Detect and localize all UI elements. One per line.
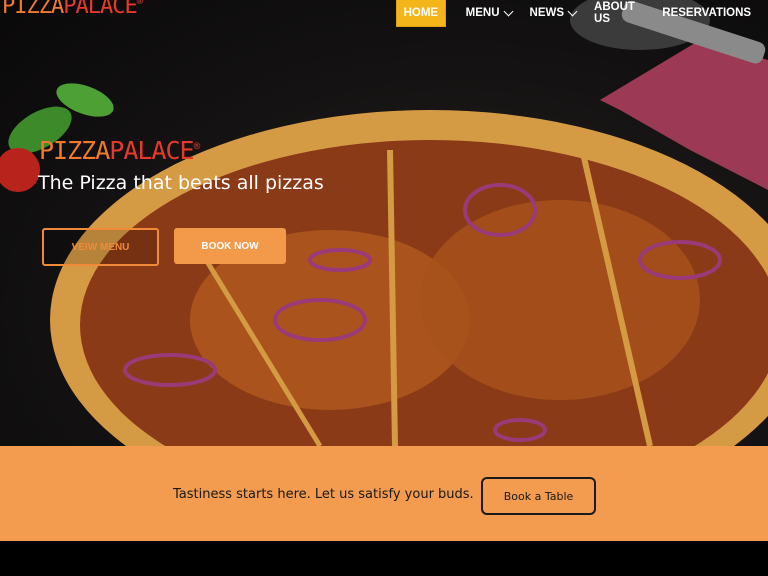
cta-text: Tastiness starts here. Let us satisfy yo… [173, 487, 474, 502]
nav-about-us[interactable]: ABOUT US [594, 1, 644, 25]
logo-part-pizza: PIZZA [2, 0, 64, 19]
nav-news[interactable]: NEWS [529, 6, 578, 19]
nav-news-label: NEWS [529, 7, 565, 19]
book-now-button[interactable]: BOOK NOW [174, 228, 286, 264]
chevron-down-icon [567, 6, 578, 16]
tomato-shape [0, 148, 40, 192]
nav-menu-label: MENU [465, 7, 500, 19]
nav-home[interactable]: HOME [396, 0, 446, 27]
nav-reservations[interactable]: RESERVATIONS [662, 7, 751, 19]
logo-registered-mark: ® [136, 0, 143, 8]
chevron-down-icon [503, 6, 513, 16]
nav-about-label: ABOUT US [594, 1, 635, 25]
main-nav: HOME MENU NEWS ABOUT US RESERVATIONS [396, 0, 768, 27]
hero-logo-pizza: PIZZA [39, 136, 110, 165]
footer-bar [0, 541, 768, 576]
book-table-button[interactable]: Book a Table [481, 477, 596, 515]
hero-logo-mark: ® [193, 139, 201, 153]
nav-home-label: HOME [403, 7, 439, 19]
site-logo[interactable]: PIZZAPALACE® [2, 0, 143, 19]
hero-tagline: The Pizza that beats all pizzas [38, 172, 324, 194]
hero-logo-palace: PALACE [109, 136, 194, 165]
nav-menu[interactable]: MENU [465, 6, 513, 19]
logo-part-palace: PALACE [63, 0, 137, 19]
hero-section: PIZZAPALACE® HOME MENU NEWS ABOUT US RES… [0, 0, 768, 446]
hero-pizza-image [0, 0, 768, 446]
hero-logo: PIZZAPALACE® [39, 136, 201, 165]
view-menu-button[interactable]: VEIW MENU [42, 228, 159, 266]
cheese-shape [420, 200, 700, 400]
nav-reservations-label: RESERVATIONS [662, 7, 752, 19]
cta-band: Tastiness starts here. Let us satisfy yo… [0, 446, 768, 541]
